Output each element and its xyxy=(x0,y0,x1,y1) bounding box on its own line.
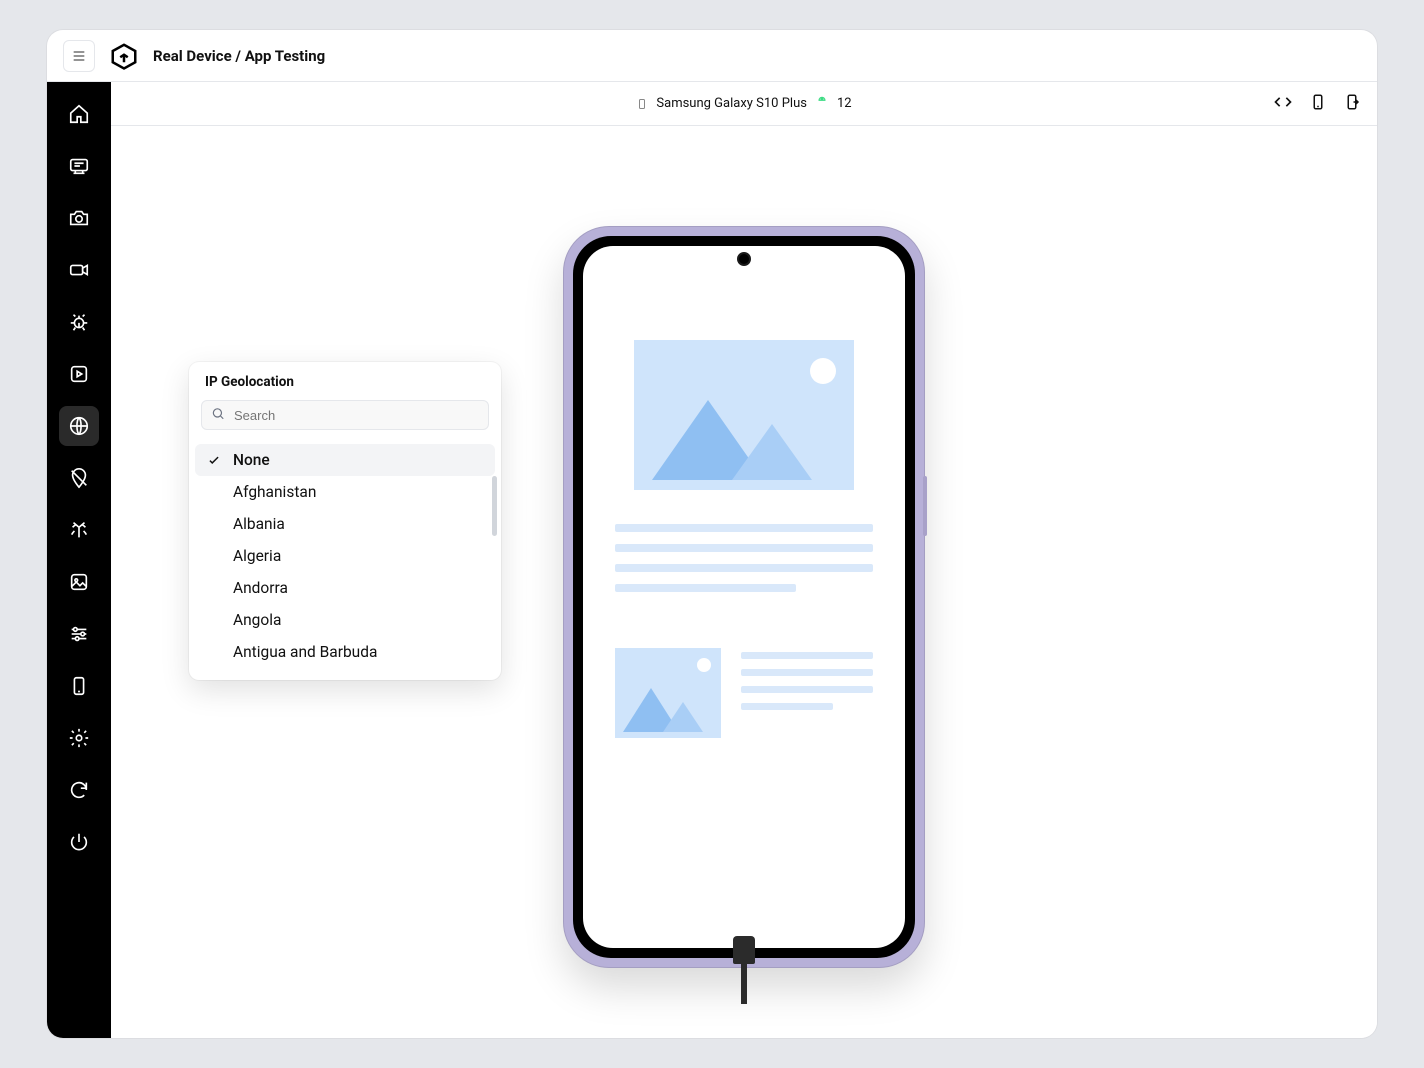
sidebar-item-image[interactable] xyxy=(59,562,99,602)
app-window: Real Device / App Testing xyxy=(47,30,1377,1038)
video-icon xyxy=(68,259,90,281)
placeholder-thumb-image xyxy=(615,648,721,738)
sidebar-item-home[interactable] xyxy=(59,94,99,134)
bug-icon xyxy=(68,311,90,333)
exit-session-button[interactable] xyxy=(1343,93,1361,115)
sidebar-item-settings[interactable] xyxy=(59,718,99,758)
image-icon xyxy=(68,571,90,593)
phone-icon xyxy=(636,96,648,112)
refresh-icon xyxy=(68,779,90,801)
power-icon xyxy=(68,831,90,853)
switch-device-button[interactable] xyxy=(1309,93,1327,115)
app-icon xyxy=(68,155,90,177)
search-icon xyxy=(211,406,225,425)
device-icon xyxy=(68,675,90,697)
option-label: Angola xyxy=(233,611,281,629)
phone-side-button xyxy=(923,476,927,536)
scrollbar-thumb[interactable] xyxy=(492,476,497,536)
home-icon xyxy=(68,103,90,125)
sliders-icon xyxy=(68,623,90,645)
option-label: Algeria xyxy=(233,547,281,565)
sidebar-item-location-off[interactable] xyxy=(59,458,99,498)
sidebar-item-device[interactable] xyxy=(59,666,99,706)
geolocation-popover: IP Geolocation xyxy=(189,362,501,680)
sidebar-item-refresh[interactable] xyxy=(59,770,99,810)
sidebar-item-app[interactable] xyxy=(59,146,99,186)
geolocation-options-list: None Afghanistan Albania Algeria xyxy=(189,440,501,680)
sidebar-item-play[interactable] xyxy=(59,354,99,394)
camera-dot xyxy=(737,252,751,266)
option-label: None xyxy=(233,451,270,469)
device-stage: IP Geolocation xyxy=(111,126,1377,1038)
location-off-icon xyxy=(68,467,90,489)
os-version: 12 xyxy=(837,96,852,111)
check-icon xyxy=(205,453,223,467)
sidebar-item-bug[interactable] xyxy=(59,302,99,342)
camera-icon xyxy=(68,207,90,229)
android-icon xyxy=(815,94,829,113)
device-screen[interactable] xyxy=(583,246,905,948)
cable xyxy=(733,936,755,1004)
option-albania[interactable]: Albania xyxy=(195,508,495,540)
device-info-bar: Samsung Galaxy S10 Plus 12 xyxy=(111,82,1377,126)
app-logo xyxy=(109,41,139,71)
device-name: Samsung Galaxy S10 Plus xyxy=(656,96,807,111)
placeholder-hero-image xyxy=(634,340,854,490)
sidebar-item-power[interactable] xyxy=(59,822,99,862)
main-area: Samsung Galaxy S10 Plus 12 xyxy=(111,82,1377,1038)
globe-icon xyxy=(68,415,90,437)
sidebar xyxy=(47,82,111,1038)
hamburger-icon xyxy=(71,48,87,64)
option-label: Albania xyxy=(233,515,285,533)
device-mockup xyxy=(563,226,925,968)
sidebar-item-video[interactable] xyxy=(59,250,99,290)
option-algeria[interactable]: Algeria xyxy=(195,540,495,572)
option-label: Afghanistan xyxy=(233,483,316,501)
option-label: Antigua and Barbuda xyxy=(233,643,377,661)
top-header: Real Device / App Testing xyxy=(47,30,1377,82)
option-label: Andorra xyxy=(233,579,288,597)
search-input[interactable] xyxy=(201,400,489,430)
option-afghanistan[interactable]: Afghanistan xyxy=(195,476,495,508)
option-antigua-and-barbuda[interactable]: Antigua and Barbuda xyxy=(195,636,495,668)
settings-icon xyxy=(68,727,90,749)
option-none[interactable]: None xyxy=(195,444,495,476)
page-title: Real Device / App Testing xyxy=(153,47,325,65)
hamburger-button[interactable] xyxy=(63,40,95,72)
screen-placeholder-content xyxy=(583,246,905,738)
sidebar-item-camera[interactable] xyxy=(59,198,99,238)
code-toggle-button[interactable] xyxy=(1273,92,1293,116)
popover-title: IP Geolocation xyxy=(205,374,485,390)
sidebar-item-sliders[interactable] xyxy=(59,614,99,654)
sidebar-item-geolocation[interactable] xyxy=(59,406,99,446)
option-andorra[interactable]: Andorra xyxy=(195,572,495,604)
network-icon xyxy=(68,519,90,541)
sidebar-item-network[interactable] xyxy=(59,510,99,550)
option-angola[interactable]: Angola xyxy=(195,604,495,636)
play-icon xyxy=(68,363,90,385)
